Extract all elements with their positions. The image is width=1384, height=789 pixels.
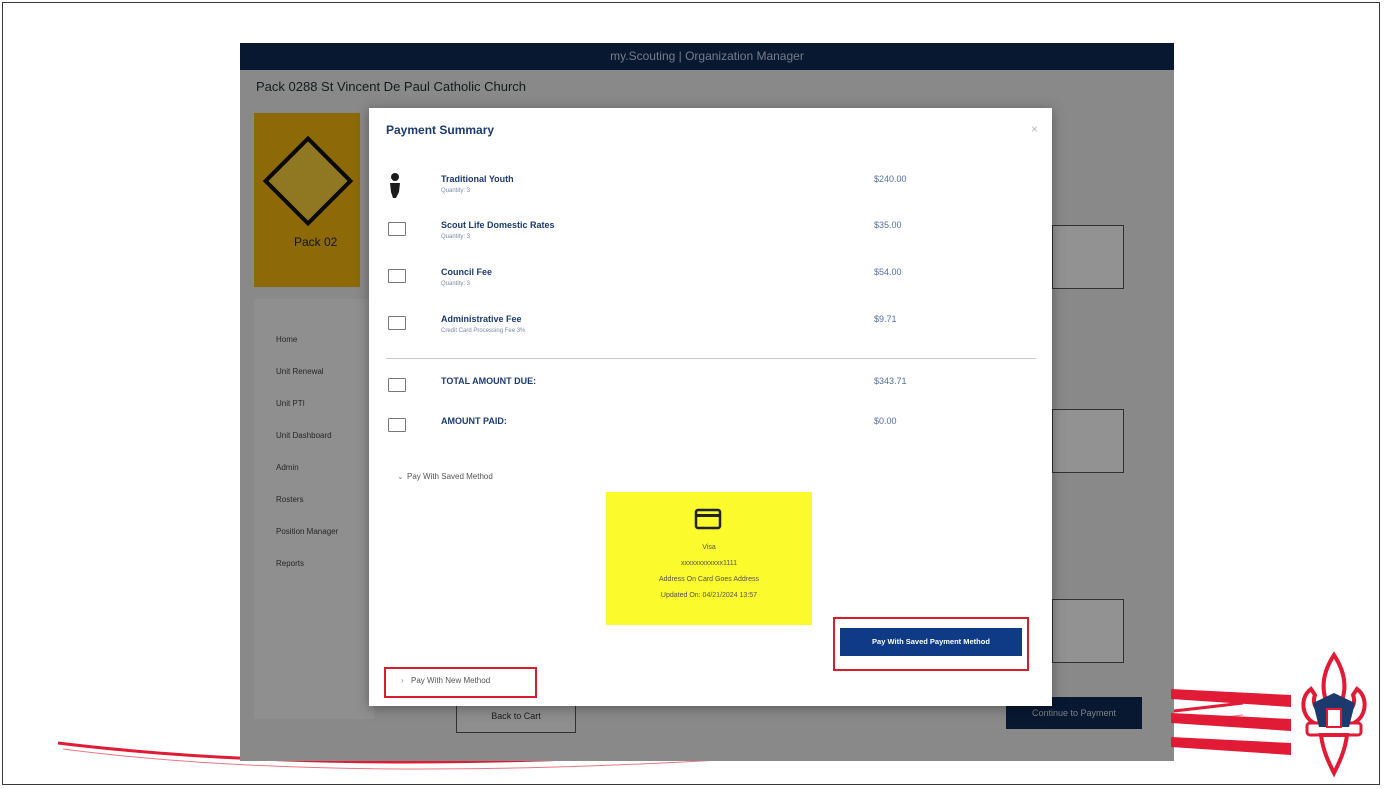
pay-saved-label: Pay With Saved Method: [407, 472, 493, 481]
item-amount: $240.00: [874, 174, 907, 184]
card-icon: [388, 222, 406, 236]
total-label: TOTAL AMOUNT DUE:: [441, 376, 537, 386]
item-quantity: Quantity: 3: [441, 188, 471, 194]
chevron-down-icon: ⌄: [397, 472, 404, 481]
item-name: Council Fee: [441, 267, 493, 277]
paid-label: AMOUNT PAID:: [441, 416, 507, 426]
line-item: Administrative Fee Credit Card Processin…: [369, 314, 1052, 354]
close-icon[interactable]: ×: [1031, 122, 1038, 136]
item-name: Administrative Fee: [441, 314, 522, 324]
item-name: Scout Life Domestic Rates: [441, 220, 555, 230]
bsa-logo: [1171, 651, 1367, 778]
modal-title: Payment Summary: [386, 123, 495, 137]
slide-frame: my.Scouting | Organization Manager Pack …: [2, 2, 1380, 785]
card-icon: [388, 418, 406, 432]
paid-amount: $0.00: [874, 416, 897, 426]
credit-card-icon: [694, 508, 722, 530]
item-amount: $35.00: [874, 220, 902, 230]
item-amount: $54.00: [874, 267, 902, 277]
item-name: Traditional Youth: [441, 174, 514, 184]
card-updated: Updated On: 04/21/2024 13:57: [660, 592, 758, 599]
person-icon: [390, 173, 400, 198]
line-item: Scout Life Domestic Rates Quantity: 3 $3…: [369, 220, 1052, 260]
card-brand: Visa: [702, 544, 716, 551]
pay-saved-toggle[interactable]: ⌄ Pay With Saved Method: [397, 472, 493, 481]
item-quantity: Quantity: 3: [441, 234, 471, 240]
item-amount: $9.71: [874, 314, 897, 324]
card-icon: [388, 269, 406, 283]
highlight-box: [833, 617, 1029, 671]
divider: [386, 358, 1036, 359]
amount-paid-row: AMOUNT PAID: $0.00: [369, 416, 1052, 456]
line-item: Council Fee Quantity: 3 $54.00: [369, 267, 1052, 307]
total-amount: $343.71: [874, 376, 907, 386]
item-description: Credit Card Processing Fee 3%: [441, 328, 526, 334]
saved-payment-card[interactable]: Visa xxxxxxxxxxxx1111 Address On Card Go…: [606, 492, 812, 625]
item-quantity: Quantity: 3: [441, 281, 471, 287]
highlight-box: [384, 667, 537, 698]
card-address: Address On Card Goes Address: [659, 576, 759, 583]
line-item: Traditional Youth Quantity: 3 $240.00: [369, 173, 1052, 214]
total-due-row: TOTAL AMOUNT DUE: $343.71: [369, 376, 1052, 416]
payment-summary-modal: Payment Summary × Traditional Youth Quan…: [369, 108, 1052, 706]
card-icon: [388, 378, 406, 392]
card-icon: [388, 316, 406, 330]
card-number: xxxxxxxxxxxx1111: [680, 560, 737, 567]
